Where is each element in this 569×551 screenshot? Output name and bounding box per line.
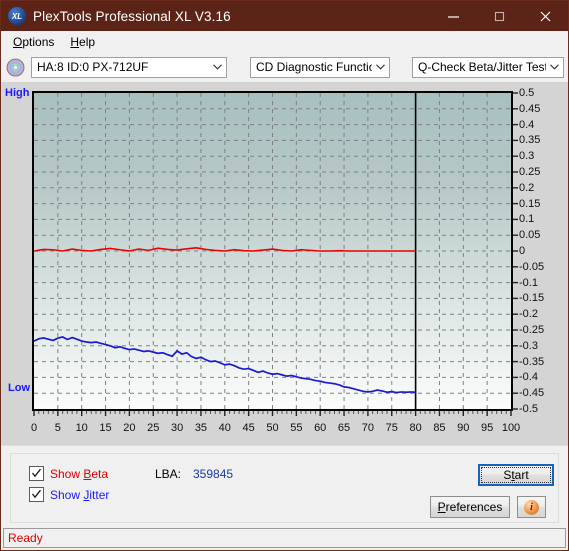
window-title: PlexTools Professional XL V3.16 xyxy=(33,8,231,24)
x-tick-label: 75 xyxy=(385,422,398,434)
test-select-value: Q-Check Beta/Jitter Test xyxy=(418,60,546,74)
y-tick-label: 0.3 xyxy=(519,150,535,163)
show-beta-checkbox[interactable] xyxy=(29,466,44,481)
y-tick-label: 0.5 xyxy=(519,87,535,99)
maximize-icon[interactable] xyxy=(476,1,522,31)
y-tick-label: -0.3 xyxy=(519,339,538,352)
x-tick-label: 10 xyxy=(75,422,88,434)
y-tick-label: -0.2 xyxy=(519,308,538,321)
chart-panel: High Low 0.5 0.45 0.4 0.35 0.3 0.25 0.2 0.15 0.1… xyxy=(1,82,568,445)
show-jitter-label: Show Jitter xyxy=(50,487,110,502)
y-tick-label: -0.15 xyxy=(519,292,545,305)
drive-select[interactable]: HA:8 ID:0 PX-712UF xyxy=(31,56,227,78)
controls-group: Show Beta Show Jitter LBA: 359845 Start … xyxy=(10,453,559,523)
x-tick-label: 65 xyxy=(337,422,351,434)
x-tick-label: 20 xyxy=(123,422,136,434)
axis-label-high: High xyxy=(5,87,30,99)
y-tick-label: -0.35 xyxy=(519,355,545,368)
y-tick-label: -0.4 xyxy=(519,371,538,384)
title-bar: XL PlexTools Professional XL V3.16 xyxy=(1,1,568,31)
menu-item-options[interactable]: Options xyxy=(5,33,62,51)
y-tick-label: 0.2 xyxy=(519,181,535,194)
y-tick-label: -0.05 xyxy=(519,260,545,273)
show-jitter-row[interactable]: Show Jitter xyxy=(29,487,109,502)
y-tick-label: 0.4 xyxy=(519,118,535,131)
x-tick-label: 45 xyxy=(242,422,255,434)
y-tick-label: 0.05 xyxy=(519,229,541,242)
focus-indicator xyxy=(481,467,551,483)
x-tick-label: 30 xyxy=(170,422,184,434)
close-icon[interactable] xyxy=(522,1,568,31)
status-text: Ready xyxy=(8,531,43,545)
status-bar-inner: Ready xyxy=(3,528,566,548)
y-tick-label: 0.1 xyxy=(519,213,535,226)
function-select[interactable]: CD Diagnostic Functions xyxy=(250,56,390,78)
x-tick-label: 25 xyxy=(147,422,160,434)
y-tick-label: -0.25 xyxy=(519,324,545,336)
test-select[interactable]: Q-Check Beta/Jitter Test xyxy=(412,56,564,78)
x-tick-label: 5 xyxy=(54,422,61,434)
x-tick-label: 70 xyxy=(361,422,375,434)
x-tick-label: 95 xyxy=(481,422,494,434)
menu-item-help[interactable]: Help xyxy=(62,33,103,51)
menu-bar: Options Help xyxy=(1,31,568,52)
info-icon: i xyxy=(524,499,539,515)
plot-svg xyxy=(34,93,511,409)
x-tick-label: 50 xyxy=(266,422,279,434)
x-tick-label: 60 xyxy=(314,422,327,434)
show-beta-label: Show Beta xyxy=(50,466,109,481)
x-tick-label: 35 xyxy=(194,422,208,434)
drive-select-value: HA:8 ID:0 PX-712UF xyxy=(37,60,149,74)
chevron-down-icon xyxy=(372,64,389,70)
toolbar: HA:8 ID:0 PX-712UF CD Diagnostic Functio… xyxy=(1,52,568,82)
function-select-value: CD Diagnostic Functions xyxy=(256,60,372,74)
x-tick-label: 55 xyxy=(290,422,303,434)
y-tick-label: 0 xyxy=(519,245,526,257)
chevron-down-icon xyxy=(546,64,563,70)
x-tick-label: 100 xyxy=(501,422,521,434)
disc-icon xyxy=(6,58,25,76)
lba-value: 359845 xyxy=(193,467,234,481)
info-button[interactable]: i xyxy=(517,496,546,518)
y-tick-label: -0.1 xyxy=(519,276,538,289)
x-tick-label: 15 xyxy=(99,422,112,434)
app-logo-icon: XL xyxy=(8,7,26,25)
x-tick-label: 40 xyxy=(218,422,231,434)
application-window: XL PlexTools Professional XL V3.16 Optio… xyxy=(0,0,569,551)
x-tick-label: 90 xyxy=(457,422,470,434)
x-tick-label: 0 xyxy=(30,422,38,434)
controls-panel: Show Beta Show Jitter LBA: 359845 Start … xyxy=(1,445,568,528)
plot-area xyxy=(32,91,513,411)
y-tick-label: -0.5 xyxy=(519,403,538,415)
window-controls xyxy=(430,1,568,31)
y-tick-label: 0.15 xyxy=(519,197,541,210)
show-beta-row[interactable]: Show Beta xyxy=(29,466,108,481)
preferences-button-label: Preferences xyxy=(437,500,503,514)
y-tick-label: 0.25 xyxy=(519,166,541,178)
x-tick-label: 85 xyxy=(433,422,446,434)
y-tick-label: 0.45 xyxy=(519,102,541,115)
status-bar: Ready xyxy=(1,528,568,550)
x-tick-label: 80 xyxy=(409,422,422,434)
y-tick-label: 0.35 xyxy=(519,134,541,147)
show-jitter-checkbox[interactable] xyxy=(29,487,44,502)
start-button[interactable]: Start xyxy=(478,464,554,486)
chevron-down-icon xyxy=(209,64,226,70)
minimize-icon[interactable] xyxy=(430,1,476,31)
preferences-button[interactable]: Preferences xyxy=(430,496,510,518)
axis-label-low: Low xyxy=(8,382,30,394)
lba-label: LBA: xyxy=(155,467,182,481)
y-tick-label: -0.45 xyxy=(519,387,545,400)
